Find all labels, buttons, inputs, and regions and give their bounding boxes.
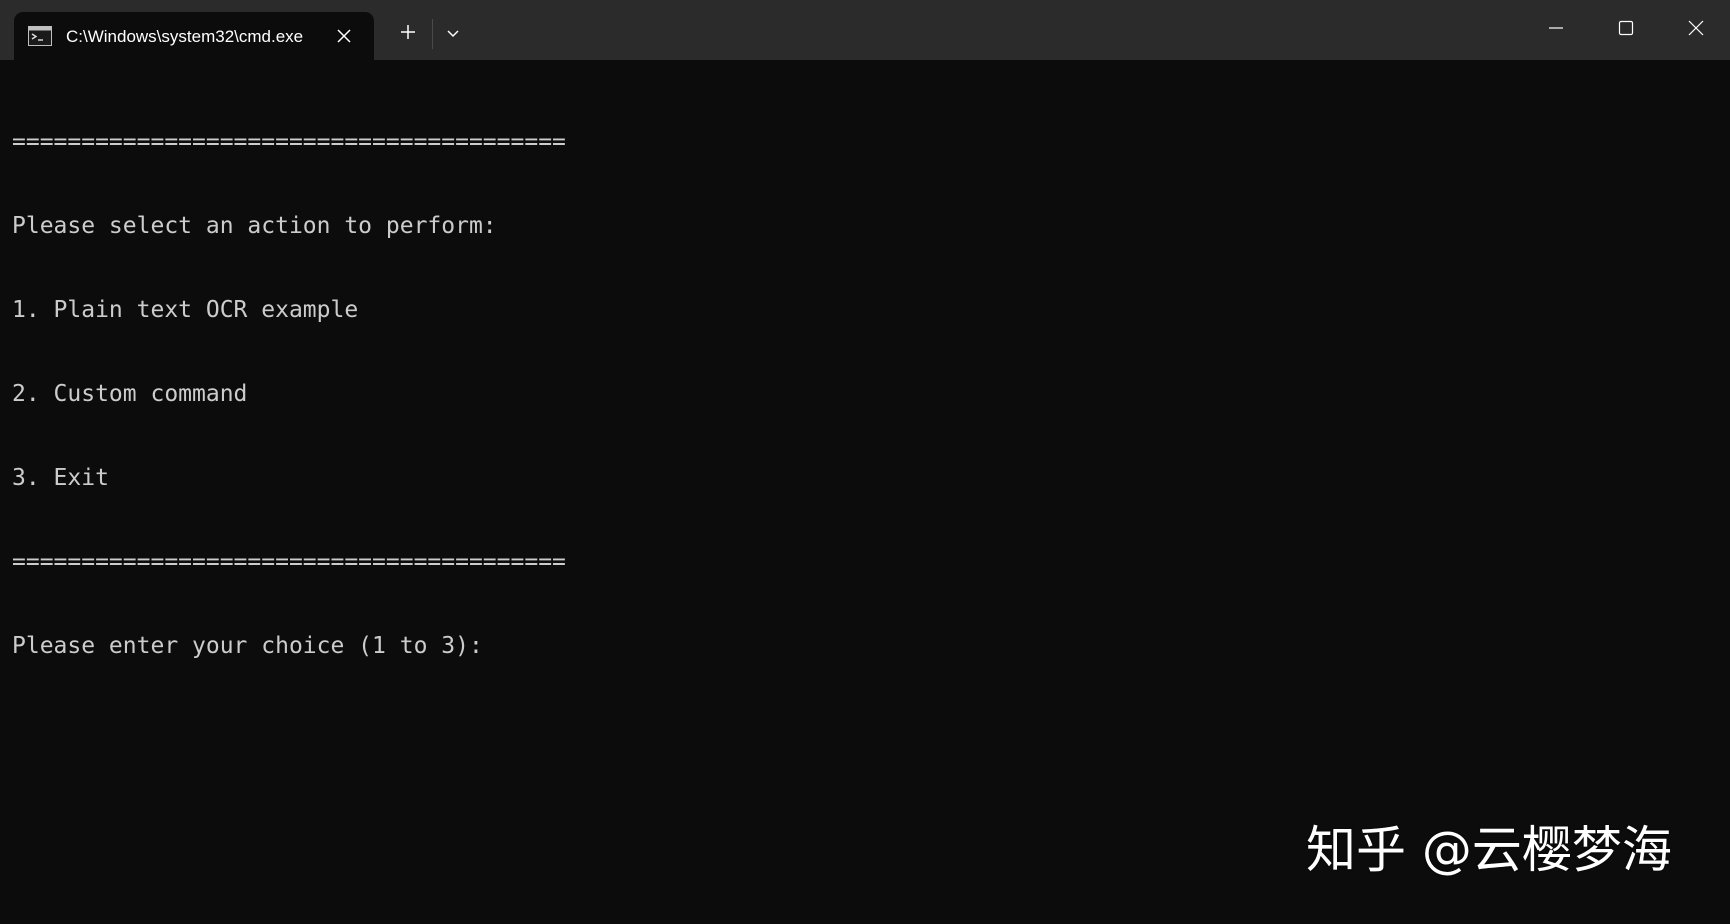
tab-cmd[interactable]: C:\Windows\system32\cmd.exe <box>14 12 374 60</box>
chevron-down-icon <box>446 25 460 43</box>
tab-dropdown-button[interactable] <box>436 16 470 52</box>
menu-option-2: 2. Custom command <box>12 381 248 407</box>
separator-line: ======================================== <box>12 549 566 575</box>
title-bar: C:\Windows\system32\cmd.exe <box>0 0 1730 60</box>
terminal-icon <box>28 26 52 46</box>
close-tab-icon[interactable] <box>330 22 358 50</box>
maximize-button[interactable] <box>1592 0 1660 60</box>
close-window-button[interactable] <box>1662 0 1730 60</box>
watermark: 知乎 @云樱梦海 <box>1306 821 1672 879</box>
menu-heading: Please select an action to perform: <box>12 213 497 239</box>
minimize-icon <box>1548 20 1564 41</box>
plus-icon <box>400 24 416 45</box>
menu-option-3: 3. Exit <box>12 465 109 491</box>
maximize-icon <box>1618 20 1634 41</box>
tab-divider <box>432 19 433 49</box>
close-icon <box>1688 20 1704 41</box>
input-prompt-row[interactable]: Please enter your choice (1 to 3): <box>12 632 1712 660</box>
input-prompt: Please enter your choice (1 to 3): <box>12 633 483 659</box>
console-output[interactable]: ========================================… <box>12 72 1712 716</box>
tab-title: C:\Windows\system32\cmd.exe <box>66 27 304 46</box>
new-tab-button[interactable] <box>390 16 426 52</box>
terminal-window: C:\Windows\system32\cmd.exe ============… <box>0 0 1730 924</box>
separator-line: ======================================== <box>12 129 566 155</box>
minimize-button[interactable] <box>1522 0 1590 60</box>
menu-option-1: 1. Plain text OCR example <box>12 297 359 323</box>
